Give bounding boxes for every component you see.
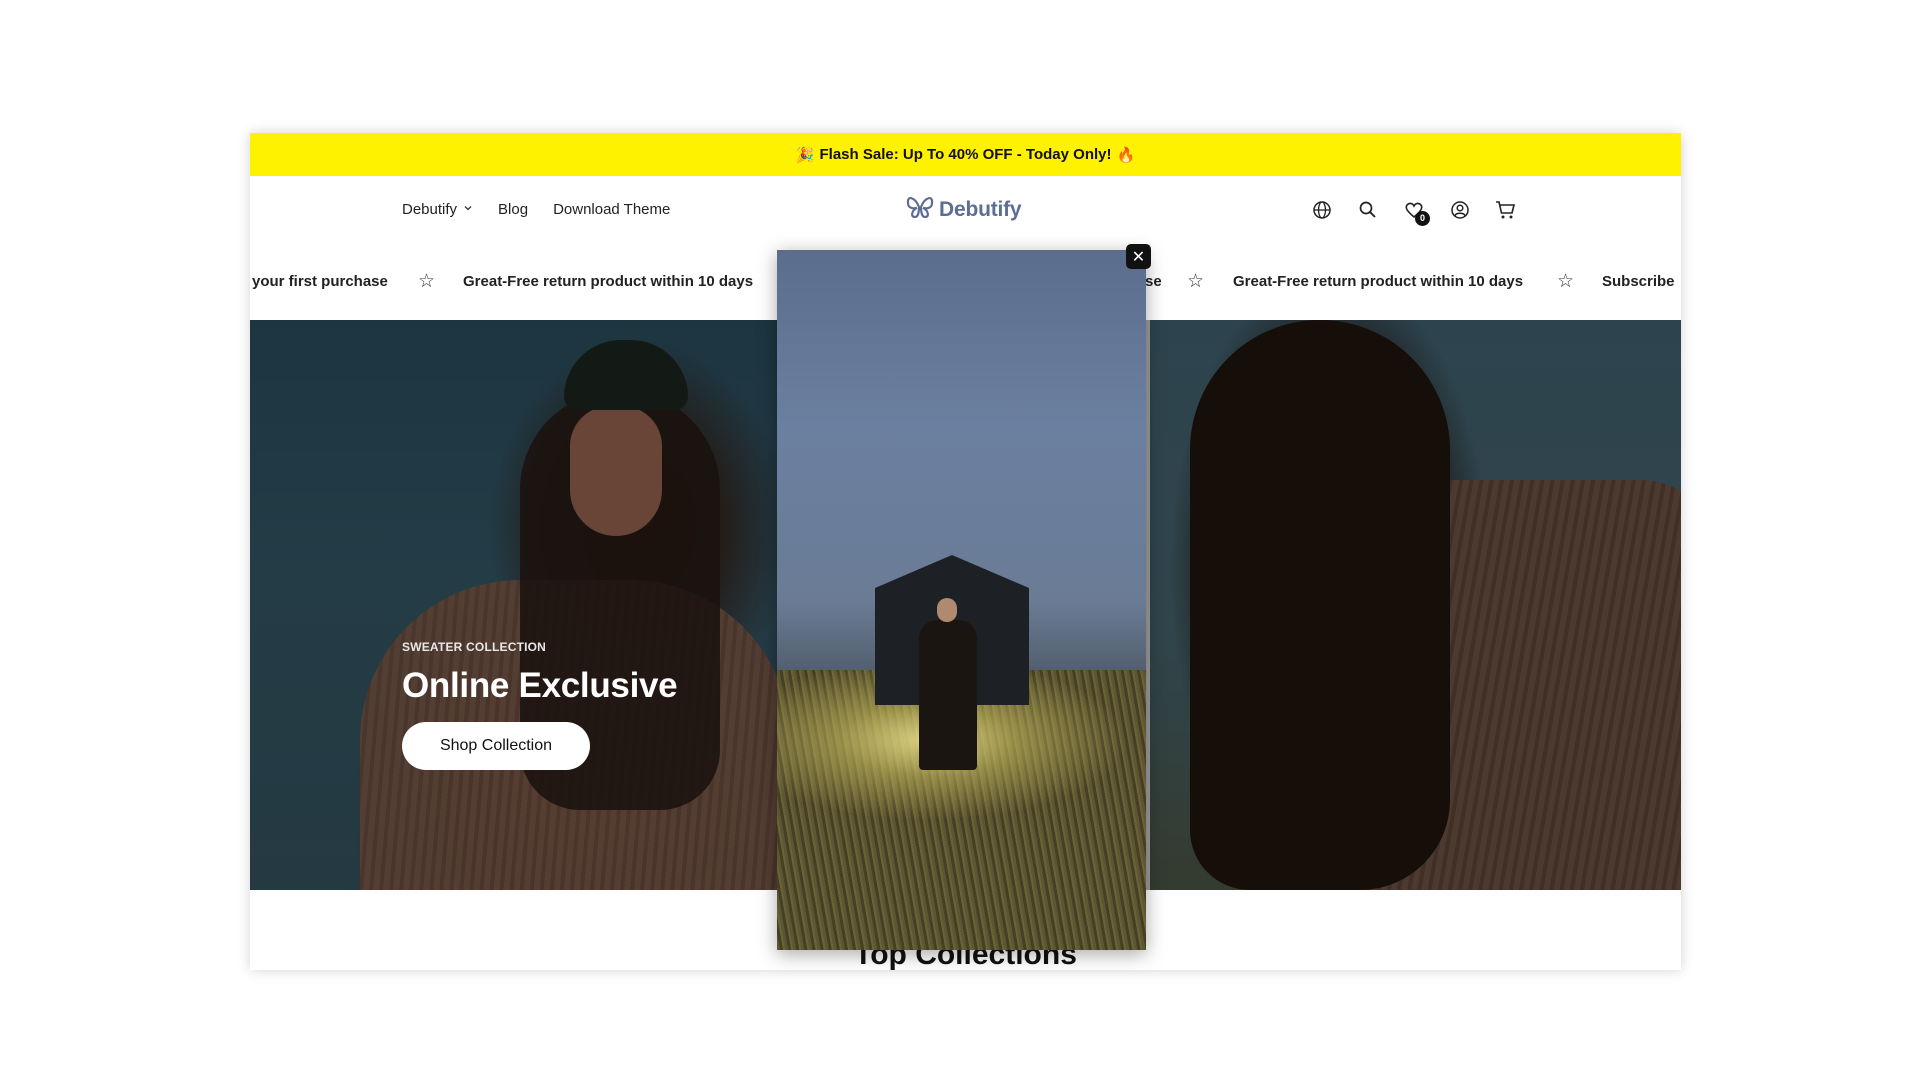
hero-eyebrow: SWEATER COLLECTION [402,640,547,654]
marquee-text: Subscribe [1602,272,1675,290]
fire-icon: 🔥 [1116,145,1136,164]
announcement-text: Flash Sale: Up To 40% OFF - Today Only! [819,146,1112,163]
header-icons: 0 [1310,176,1518,243]
nav-item-blog[interactable]: Blog [498,201,528,218]
main-nav: Debutify Blog Download Theme [402,176,670,243]
close-button[interactable]: ✕ [1126,244,1151,269]
chevron-down-icon [463,203,473,216]
hero-headline: Online Exclusive [402,666,678,705]
star-icon: ☆ [1557,270,1575,292]
user-circle-icon[interactable] [1448,198,1472,222]
party-icon: 🎉 [795,145,815,164]
nav-item-label: Blog [498,201,529,218]
wishlist-count-badge: 0 [1415,210,1430,226]
search-icon[interactable] [1356,198,1380,222]
site-header: Debutify Blog Download Theme Debutify 0 [250,176,1681,243]
nav-item-label: Debutify [402,201,458,218]
site-logo[interactable]: Debutify [905,176,1022,243]
marquee-text: Great-Free return product within 10 days [1233,272,1524,290]
star-icon: ☆ [1187,270,1205,292]
close-icon: ✕ [1131,247,1146,266]
shop-collection-button[interactable]: Shop Collection [402,722,590,770]
cart-icon[interactable] [1494,198,1518,222]
nav-item-label: Download Theme [553,201,671,218]
hero-content: SWEATER COLLECTION Online Exclusive Shop… [402,640,678,770]
nav-item-download-theme[interactable]: Download Theme [553,201,670,218]
marquee-text: your first purchase [252,272,388,290]
logo-text: Debutify [939,197,1022,221]
nav-item-debutify[interactable]: Debutify [402,201,473,218]
popup-modal [777,250,1146,950]
butterfly-logo-icon [905,195,935,224]
announcement-bar: 🎉 Flash Sale: Up To 40% OFF - Today Only… [250,133,1681,176]
wishlist-button[interactable]: 0 [1402,198,1430,226]
star-icon: ☆ [418,270,436,292]
marquee-text: Great-Free return product within 10 days [463,272,754,290]
globe-icon[interactable] [1310,198,1334,222]
